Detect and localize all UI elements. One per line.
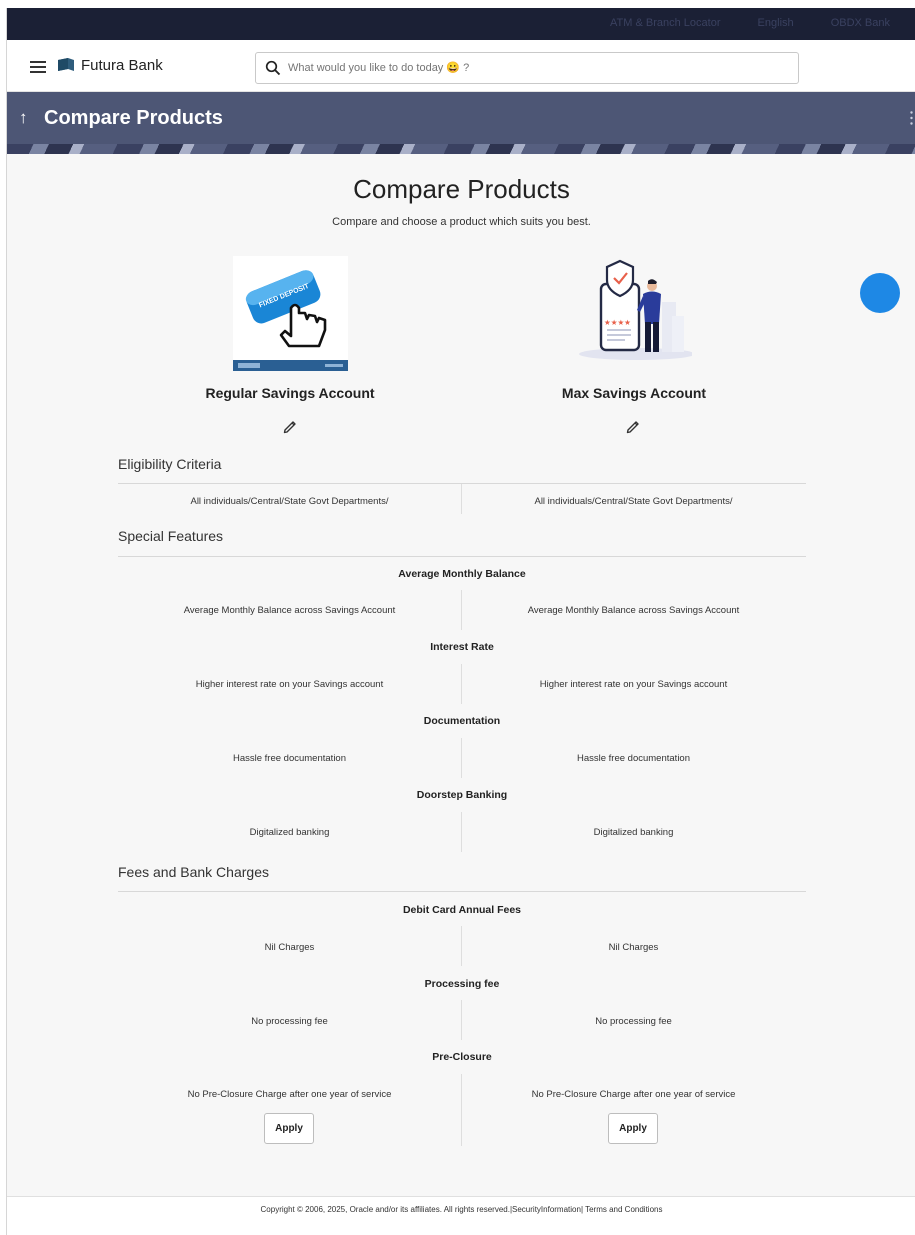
- back-arrow-icon[interactable]: ↑: [19, 108, 28, 128]
- feature-value-2: Higher interest rate on your Savings acc…: [539, 679, 728, 690]
- feature-value-2: Average Monthly Balance across Savings A…: [527, 605, 740, 616]
- feature-label-average-monthly-balance: Average Monthly Balance: [398, 568, 526, 580]
- product-name-1: Regular Savings Account: [205, 385, 375, 401]
- page-footer: Copyright © 2006, 2025, Oracle and/or it…: [7, 1196, 915, 1235]
- edit-product-1-icon[interactable]: [282, 418, 298, 434]
- feature-value-2: Digitalized banking: [593, 827, 674, 838]
- floating-assistant-button[interactable]: [860, 273, 900, 313]
- feature-value-2: Nil Charges: [608, 942, 659, 953]
- banner-pattern: [7, 144, 915, 154]
- feature-value-1: No Pre-Closure Charge after one year of …: [187, 1089, 392, 1100]
- top-utility-bar: ATM & Branch Locator English OBDX Bank: [7, 8, 915, 40]
- section-special-title: Special Features: [118, 528, 224, 544]
- apply-button-product-1[interactable]: Apply: [264, 1113, 314, 1144]
- max-savings-illustration: ★★★★: [579, 259, 692, 360]
- apply-button-product-2[interactable]: Apply: [608, 1113, 658, 1144]
- feature-value-1: Average Monthly Balance across Savings A…: [183, 605, 396, 616]
- search-box[interactable]: [255, 52, 799, 84]
- section-divider: [118, 891, 806, 892]
- product-name-2: Max Savings Account: [561, 385, 707, 401]
- kebab-menu-icon[interactable]: [910, 111, 913, 125]
- brand-name: Futura Bank: [81, 57, 163, 74]
- atm-branch-locator-link[interactable]: ATM & Branch Locator: [610, 17, 720, 29]
- svg-text:★★★★: ★★★★: [604, 318, 631, 327]
- language-selector[interactable]: English: [758, 17, 794, 29]
- app-header: Futura Bank: [7, 40, 915, 92]
- feature-label-documentation: Documentation: [423, 715, 501, 727]
- section-eligibility-title: Eligibility Criteria: [118, 456, 222, 472]
- bank-logo-icon: [58, 58, 74, 71]
- section-fees-title: Fees and Bank Charges: [118, 864, 269, 880]
- feature-value-1: Hassle free documentation: [232, 753, 346, 764]
- section-divider: [118, 483, 806, 484]
- app-frame: ATM & Branch Locator English OBDX Bank F…: [6, 8, 915, 1235]
- edit-product-2-icon[interactable]: [625, 418, 641, 434]
- feature-label-debit-card-annual-fees: Debit Card Annual Fees: [402, 904, 522, 916]
- hamburger-menu-icon[interactable]: [30, 61, 46, 73]
- section-divider: [118, 556, 806, 557]
- eligibility-value-2: All individuals/Central/State Govt Depar…: [534, 496, 733, 507]
- feature-value-1: Nil Charges: [264, 942, 315, 953]
- feature-label-processing-fee: Processing fee: [424, 978, 500, 990]
- footer-copyright: Copyright © 2006, 2025, Oracle and/or it…: [260, 1205, 663, 1214]
- feature-label-pre-closure: Pre-Closure: [432, 1051, 492, 1063]
- user-menu[interactable]: OBDX Bank: [831, 17, 890, 29]
- eligibility-value-1: All individuals/Central/State Govt Depar…: [190, 496, 389, 507]
- feature-value-1: Digitalized banking: [249, 827, 330, 838]
- feature-label-doorstep-banking: Doorstep Banking: [416, 789, 508, 801]
- search-icon: [265, 60, 281, 76]
- page-banner: ↑ Compare Products: [7, 92, 915, 154]
- feature-value-1: No processing fee: [251, 1016, 328, 1027]
- column-divider: [461, 1074, 462, 1146]
- page-subtitle: Compare and choose a product which suits…: [332, 216, 591, 228]
- page-title: Compare Products: [353, 174, 570, 204]
- feature-value-2: No Pre-Closure Charge after one year of …: [531, 1089, 736, 1100]
- utility-links: ATM & Branch Locator English OBDX Bank: [576, 17, 890, 29]
- feature-value-1: Higher interest rate on your Savings acc…: [195, 679, 384, 690]
- fixed-deposit-image: FIXED DEPOSIT: [233, 256, 348, 371]
- feature-value-2: Hassle free documentation: [576, 753, 690, 764]
- search-input[interactable]: [288, 58, 788, 78]
- feature-value-2: No processing fee: [595, 1016, 672, 1027]
- feature-label-interest-rate: Interest Rate: [430, 641, 494, 653]
- banner-title: Compare Products: [44, 107, 223, 129]
